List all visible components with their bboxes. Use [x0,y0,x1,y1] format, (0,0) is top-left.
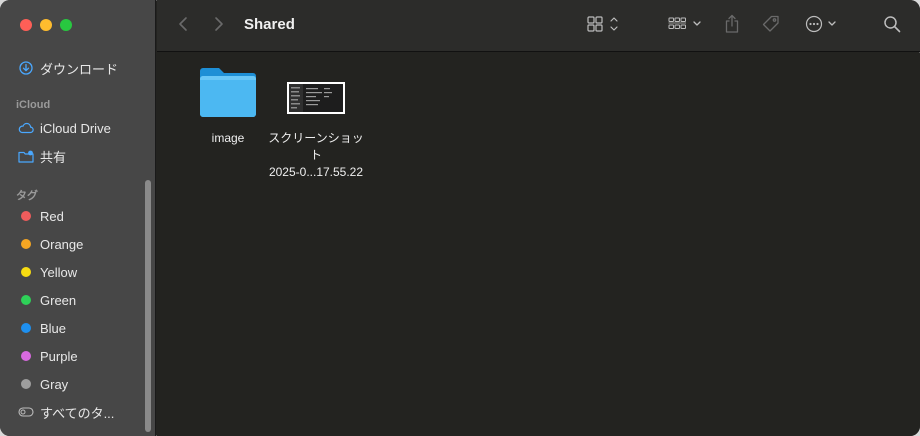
tag-color-dot [21,211,31,221]
share-icon [724,14,740,39]
tag-color-dot [21,295,31,305]
sidebar-item-label: Purple [40,348,78,364]
minimize-window-button[interactable] [40,19,52,31]
sidebar-item-label: 共有 [40,149,67,165]
sidebar-item-icloud-drive[interactable]: iCloud Drive [18,118,111,138]
file-item-screenshot[interactable]: スクリーンショット 2025-0...17.55.22 [266,81,366,181]
close-window-button[interactable] [20,19,32,31]
folder-icon [197,65,259,124]
forward-button[interactable] [209,14,229,38]
sidebar: ダウンロード iCloud iCloud Drive 共有 タグ Red Ora… [0,0,156,436]
window-controls [20,19,72,31]
tag-color-dot [21,351,31,361]
tag-outline-icon [18,404,34,420]
search-icon [883,15,901,38]
file-name: image [211,131,245,145]
file-name: スクリーンショット 2025-0...17.55.22 [266,130,366,181]
tag-button[interactable] [758,14,784,38]
tag-color-dot [21,379,31,389]
share-button[interactable] [720,14,744,38]
sidebar-item-label: すべてのタ... [40,405,115,421]
sidebar-item-label: ダウンロード [40,61,119,77]
sidebar-item-downloads[interactable]: ダウンロード [18,58,118,78]
group-button[interactable] [665,14,705,38]
finder-window: ダウンロード iCloud iCloud Drive 共有 タグ Red Ora… [0,0,920,436]
sidebar-item-label: Blue [40,320,67,336]
chevron-right-icon [214,16,224,37]
shared-folder-icon [18,148,34,164]
file-item-folder[interactable]: image [178,65,278,147]
sidebar-tag-yellow[interactable]: Yellow [18,262,77,282]
sidebar-item-label: Gray [40,376,69,392]
search-button[interactable] [880,14,904,38]
download-icon [18,60,34,76]
toolbar: Shared [157,0,920,52]
sidebar-item-label: Orange [40,236,84,252]
more-actions-button[interactable] [802,14,842,38]
window-title: Shared [244,16,295,33]
sidebar-item-label: Green [40,292,77,308]
sidebar-item-label: Red [40,208,64,224]
file-name-line2: 2025-0...17.55.22 [268,165,364,179]
sidebar-scrollbar[interactable] [145,180,151,432]
sidebar-tag-orange[interactable]: Orange [18,234,83,254]
group-icon [667,15,703,38]
file-browser: image スクリーンショット 2025-0...17.55.22 [157,53,920,436]
sidebar-item-label: Yellow [40,264,78,280]
tag-color-dot [21,267,31,277]
sidebar-all-tags[interactable]: すべてのタ... [18,402,114,422]
cloud-icon [18,120,34,136]
view-options-button[interactable] [583,14,623,38]
ellipsis-circle-icon [804,15,840,38]
sidebar-item-label: iCloud Drive [40,120,111,136]
back-button[interactable] [173,14,193,38]
sidebar-section-tags: タグ [16,190,38,202]
chevron-left-icon [178,16,188,37]
sidebar-section-icloud: iCloud [16,99,51,111]
tag-color-dot [21,239,31,249]
sidebar-tag-blue[interactable]: Blue [18,318,66,338]
icon-grid-icon [586,15,620,38]
sidebar-tag-gray[interactable]: Gray [18,374,68,394]
screenshot-thumbnail [286,81,346,120]
sidebar-tag-purple[interactable]: Purple [18,346,78,366]
sidebar-tag-green[interactable]: Green [18,290,76,310]
sidebar-tag-red[interactable]: Red [18,206,64,226]
tag-color-dot [21,323,31,333]
file-name-line1: スクリーンショット [268,131,364,162]
tag-icon [761,14,781,39]
sidebar-item-shared[interactable]: 共有 [18,146,66,166]
zoom-window-button[interactable] [60,19,72,31]
